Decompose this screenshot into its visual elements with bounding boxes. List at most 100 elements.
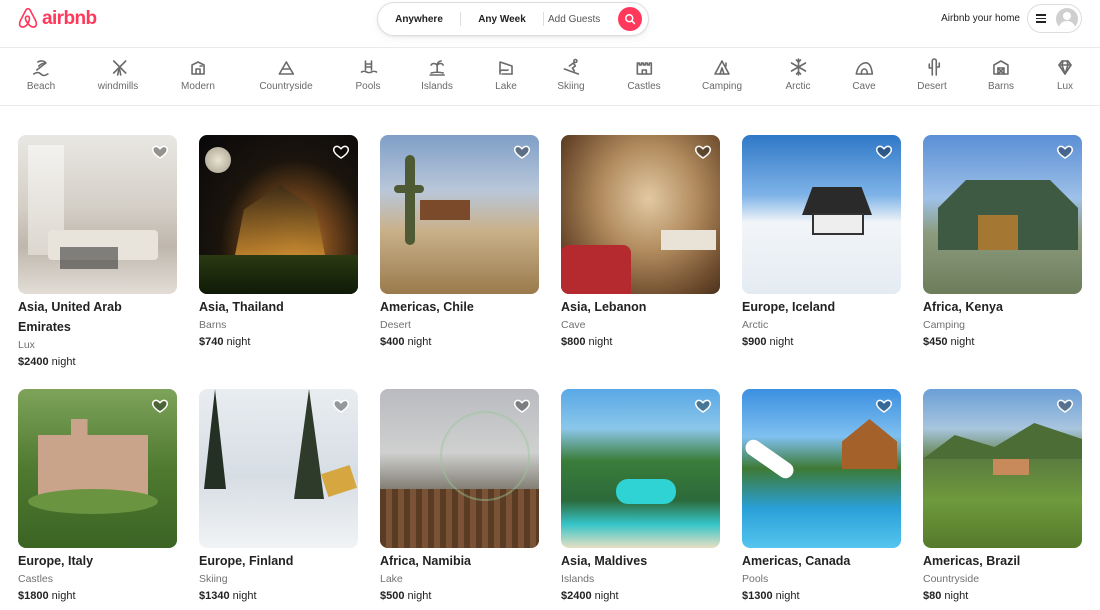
listing-photo[interactable]	[742, 389, 901, 548]
heart-icon[interactable]	[694, 397, 712, 415]
category-beach[interactable]: Beach	[27, 56, 55, 92]
category-label: Cave	[852, 81, 876, 92]
camping-icon	[711, 56, 733, 78]
heart-icon[interactable]	[694, 143, 712, 161]
listing-photo[interactable]	[18, 389, 177, 548]
listing-card[interactable]: Americas, Brazil Countryside $80 night	[923, 389, 1082, 605]
listing-photo[interactable]	[923, 135, 1082, 294]
listing-card[interactable]: Americas, Canada Pools $1300 night	[742, 389, 901, 605]
listing-photo[interactable]	[380, 135, 539, 294]
host-link[interactable]: Airbnb your home	[941, 13, 1020, 24]
listing-card[interactable]: Asia, Thailand Barns $740 night	[199, 135, 358, 351]
listing-location: Europe, Iceland	[742, 300, 836, 314]
skiing-icon	[560, 56, 582, 78]
heart-icon[interactable]	[1056, 143, 1074, 161]
listing-price-amount: $450	[923, 336, 948, 348]
listing-location: Africa, Namibia	[380, 554, 472, 568]
listing-photo[interactable]	[742, 135, 901, 294]
heart-icon[interactable]	[875, 397, 893, 415]
listing-category: Arctic	[742, 319, 769, 331]
listing-price: $2400 night	[561, 588, 720, 605]
heart-icon[interactable]	[332, 143, 350, 161]
category-label: Castles	[627, 81, 661, 92]
search-where[interactable]: Anywhere	[378, 3, 460, 35]
category-arctic[interactable]: Arctic	[786, 56, 811, 92]
category-barns[interactable]: Barns	[988, 56, 1014, 92]
heart-icon[interactable]	[151, 143, 169, 161]
category-label: windmills	[97, 81, 139, 92]
category-countryside[interactable]: Countryside	[259, 56, 313, 92]
listing-price: $1340 night	[199, 588, 358, 605]
search-guests[interactable]: Add Guests	[544, 3, 624, 35]
listing-price-unit: night	[588, 336, 613, 348]
listing-card[interactable]: Africa, Namibia Lake $500 night	[380, 389, 539, 605]
listing-price-unit: night	[226, 336, 251, 348]
category-label: Desert	[917, 81, 947, 92]
listing-location: Asia, Thailand	[199, 300, 284, 314]
listing-category: Cave	[561, 319, 586, 331]
listing-card[interactable]: Asia, Maldives Islands $2400 night	[561, 389, 720, 605]
listing-card[interactable]: Europe, Italy Castles $1800 night	[18, 389, 177, 605]
windmill-icon	[107, 56, 129, 78]
category-islands[interactable]: Islands	[421, 56, 453, 92]
listing-card[interactable]: Africa, Kenya Camping $450 night	[923, 135, 1082, 351]
heart-icon[interactable]	[875, 143, 893, 161]
category-castles[interactable]: Castles	[627, 56, 661, 92]
listing-price-amount: $900	[742, 336, 767, 348]
category-label: Islands	[421, 81, 453, 92]
snowflake-icon	[787, 56, 809, 78]
listing-price: $450 night	[923, 334, 1082, 351]
listing-location: Europe, Italy	[18, 554, 94, 568]
listing-card[interactable]: Americas, Chile Desert $400 night	[380, 135, 539, 351]
listing-category: Castles	[18, 573, 54, 585]
listing-category: Lux	[18, 339, 35, 351]
listing-photo[interactable]	[199, 135, 358, 294]
heart-icon[interactable]	[151, 397, 169, 415]
category-windmills[interactable]: windmills	[97, 56, 139, 92]
listing-category: Pools	[742, 573, 769, 585]
category-cave[interactable]: Cave	[852, 56, 876, 92]
airbnb-logo[interactable]: airbnb	[18, 7, 97, 31]
listing-photo[interactable]	[380, 389, 539, 548]
listing-location: Asia, Lebanon	[561, 300, 647, 314]
listing-photo[interactable]	[18, 135, 177, 294]
top-header: airbnb Anywhere Any Week Add Guests Airb…	[0, 0, 1100, 48]
listing-location: Africa, Kenya	[923, 300, 1003, 314]
heart-icon[interactable]	[1056, 397, 1074, 415]
search-when[interactable]: Any Week	[461, 3, 543, 35]
category-lux[interactable]: Lux	[1054, 56, 1076, 92]
heart-icon[interactable]	[332, 397, 350, 415]
listing-photo[interactable]	[561, 389, 720, 548]
category-lake[interactable]: Lake	[495, 56, 517, 92]
profile-menu-button[interactable]	[1027, 4, 1082, 33]
cactus-icon	[921, 56, 943, 78]
listing-price-unit: night	[407, 336, 432, 348]
category-bar: Beach windmills Modern Countryside Pools Isla…	[0, 49, 1100, 106]
category-desert[interactable]: Desert	[917, 56, 947, 92]
heart-icon[interactable]	[513, 143, 531, 161]
heart-icon[interactable]	[513, 397, 531, 415]
listing-price-amount: $1800	[18, 590, 49, 602]
category-label: Barns	[987, 81, 1015, 92]
pool-icon	[357, 56, 379, 78]
search-button[interactable]	[618, 7, 642, 31]
category-camping[interactable]: Camping	[702, 56, 742, 92]
category-pools[interactable]: Pools	[355, 56, 381, 92]
listing-category: Barns	[199, 319, 227, 331]
listing-photo[interactable]	[923, 389, 1082, 548]
listing-photo[interactable]	[199, 389, 358, 548]
listing-card[interactable]: Asia, Lebanon Cave $800 night	[561, 135, 720, 351]
category-modern[interactable]: Modern	[181, 56, 215, 92]
listing-card[interactable]: Europe, Finland Skiing $1340 night	[199, 389, 358, 605]
listing-price-amount: $500	[380, 590, 405, 602]
brand-name: airbnb	[42, 8, 97, 29]
listing-card[interactable]: Europe, Iceland Arctic $900 night	[742, 135, 901, 351]
listing-price-amount: $2400	[18, 356, 49, 368]
listing-price: $80 night	[923, 588, 1082, 605]
listing-photo[interactable]	[561, 135, 720, 294]
search-bar[interactable]: Anywhere Any Week Add Guests	[377, 2, 649, 36]
category-skiing[interactable]: Skiing	[557, 56, 585, 92]
category-label: Lux	[1056, 81, 1074, 92]
barn-icon	[990, 56, 1012, 78]
listing-card[interactable]: Asia, United Arab Emirates Lux $2400 night	[18, 135, 177, 371]
